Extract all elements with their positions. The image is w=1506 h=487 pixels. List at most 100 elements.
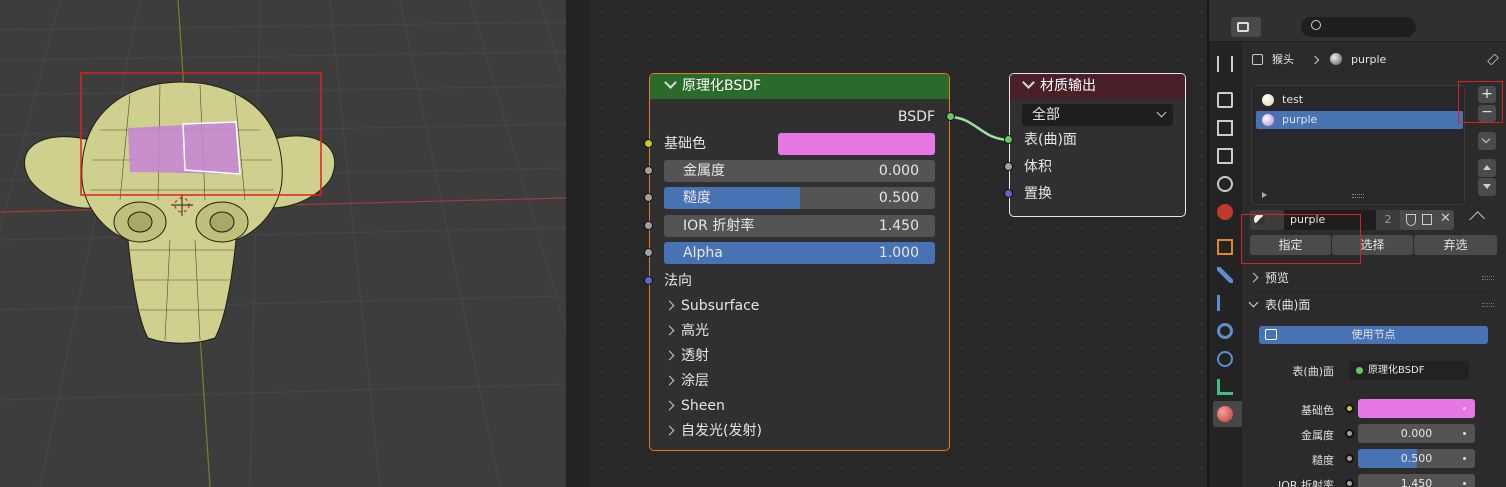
chevron-right-icon — [664, 400, 675, 411]
input-socket[interactable] — [644, 166, 653, 175]
material-slot-list[interactable]: test purple — [1251, 85, 1465, 205]
arrow-up-icon — [1483, 165, 1491, 170]
subpanel-label: 透射 — [681, 348, 709, 364]
input-socket[interactable] — [1004, 162, 1013, 171]
input-socket[interactable] — [1004, 135, 1013, 144]
property-value-field[interactable]: 0.000 — [1358, 424, 1475, 443]
particles-tab-icon[interactable] — [1217, 295, 1233, 311]
bsdf-subpanel-toggle[interactable]: 透射 — [664, 345, 709, 367]
preview-panel-header[interactable]: 预览 — [1248, 266, 1494, 290]
move-slot-down-button[interactable] — [1478, 178, 1496, 196]
chevron-down-icon — [1481, 134, 1491, 144]
bsdf-node-header[interactable]: 原理化BSDF — [650, 74, 949, 99]
bsdf-value-field[interactable]: IOR 折射率 1.450 — [664, 215, 935, 237]
keyframe-dot-icon[interactable] — [1463, 482, 1466, 485]
world-tab-icon[interactable] — [1217, 204, 1233, 220]
chevron-right-icon — [1310, 55, 1319, 65]
bsdf-subpanel-toggle[interactable]: 自发光(发射) — [664, 420, 762, 442]
slot-specials-button[interactable] — [1478, 132, 1496, 150]
breadcrumb: 猴头 purple — [1252, 51, 1386, 69]
field-value: 0.500 — [878, 190, 919, 206]
tool-tab-icon[interactable] — [1217, 56, 1233, 72]
input-socket[interactable] — [644, 193, 653, 202]
object-tab-icon[interactable] — [1217, 239, 1233, 255]
drag-handle-icon[interactable] — [1482, 276, 1494, 280]
bsdf-output-label: BSDF — [897, 109, 935, 125]
bsdf-subpanel-toggle[interactable]: Sheen — [664, 395, 725, 417]
render-tab-icon[interactable] — [1217, 92, 1233, 108]
bsdf-value-field[interactable]: 糙度 0.500 — [664, 187, 935, 209]
bsdf-subpanel-toggle[interactable]: 高光 — [664, 320, 709, 342]
linked-socket-icon[interactable] — [1345, 479, 1354, 487]
material-slot-item[interactable]: purple — [1256, 111, 1463, 129]
bsdf-field-row: IOR 折射率 1.450 — [644, 215, 949, 237]
list-filter-toggle-icon[interactable] — [1262, 192, 1267, 198]
viewport-scene — [0, 0, 566, 487]
linked-socket-icon[interactable] — [1345, 454, 1354, 463]
property-value-field[interactable]: 0.500 — [1358, 449, 1475, 468]
duplicate-icon[interactable] — [1422, 214, 1432, 225]
use-nodes-label: 使用节点 — [1351, 328, 1396, 341]
output-input-row: 体积 — [1004, 156, 1185, 178]
bsdf-value-field[interactable]: Alpha 1.000 — [664, 242, 935, 264]
normal-socket[interactable] — [644, 276, 653, 285]
input-socket[interactable] — [1004, 189, 1013, 198]
property-color-swatch[interactable] — [1358, 399, 1475, 418]
drag-handle-icon[interactable] — [1482, 303, 1494, 307]
deselect-button[interactable]: 弃选 — [1414, 235, 1497, 255]
datablock-actions: ✕ — [1400, 210, 1454, 230]
linked-socket-icon[interactable] — [1345, 404, 1354, 413]
preview-panel-label: 预览 — [1265, 271, 1290, 285]
collapse-chevron-icon[interactable] — [1022, 76, 1035, 89]
fake-user-shield-icon[interactable] — [1406, 214, 1416, 226]
surface-panel-header[interactable]: 表(曲)面 — [1248, 293, 1494, 317]
property-value-field[interactable]: 1.450 — [1358, 474, 1475, 487]
unlink-x-icon[interactable]: ✕ — [1440, 211, 1451, 226]
material-output-node[interactable]: 材质输出 全部 表(曲)面 体积 置换 — [1004, 73, 1186, 217]
bsdf-value-field[interactable]: 金属度 0.000 — [664, 160, 935, 182]
base-color-swatch[interactable] — [778, 133, 935, 155]
output-tab-icon[interactable] — [1217, 120, 1233, 136]
chevron-right-icon — [664, 425, 675, 436]
properties-editor[interactable]: 猴头 purple test purple + − purple 2 ✕ 指定 … — [1207, 0, 1506, 487]
base-color-socket[interactable] — [644, 139, 653, 148]
material-icon — [1330, 53, 1342, 65]
output-node-header[interactable]: 材质输出 — [1010, 74, 1185, 99]
modifier-tab-icon[interactable] — [1217, 267, 1233, 283]
list-resize-handle-icon[interactable] — [1352, 194, 1364, 198]
material-slot-item[interactable]: test — [1256, 91, 1463, 109]
surface-shader-selector[interactable]: 原理化BSDF — [1349, 361, 1469, 380]
bsdf-output-socket[interactable] — [946, 112, 955, 121]
keyframe-dot-icon[interactable] — [1463, 432, 1466, 435]
input-label: 体积 — [1024, 159, 1052, 175]
data-tab-icon[interactable] — [1217, 379, 1233, 395]
collapse-chevron-icon[interactable] — [664, 76, 677, 89]
input-label: 表(曲)面 — [1024, 132, 1077, 148]
slot-name: purple — [1282, 113, 1318, 126]
physics-tab-icon[interactable] — [1217, 323, 1233, 339]
properties-search-input[interactable] — [1301, 17, 1416, 37]
keyframe-dot-icon[interactable] — [1463, 457, 1466, 460]
link-mode-dropdown[interactable] — [1466, 210, 1498, 230]
annotation-box-slot-buttons — [1458, 81, 1503, 123]
view-layer-tab-icon[interactable] — [1217, 148, 1233, 164]
keyframe-dot-icon[interactable] — [1463, 407, 1466, 410]
output-node-title: 材质输出 — [1040, 78, 1096, 94]
input-socket[interactable] — [644, 248, 653, 257]
scene-tab-icon[interactable] — [1217, 176, 1233, 192]
constraints-tab-icon[interactable] — [1217, 351, 1233, 367]
editor-type-button[interactable] — [1231, 17, 1261, 37]
pin-icon[interactable] — [1486, 53, 1500, 66]
3d-viewport[interactable] — [0, 0, 566, 487]
user-count-badge[interactable]: 2 — [1376, 210, 1400, 230]
material-tab-icon[interactable] — [1217, 406, 1233, 422]
input-socket[interactable] — [644, 221, 653, 230]
shader-node-editor[interactable]: 原理化BSDF BSDF 基础色 金属度 0.000 糙度 0.500 IOR 折射率 1… — [566, 0, 1207, 487]
bsdf-subpanel-toggle[interactable]: Subsurface — [664, 295, 759, 317]
linked-socket-icon[interactable] — [1345, 429, 1354, 438]
bsdf-subpanel-toggle[interactable]: 涂层 — [664, 370, 709, 392]
principled-bsdf-node[interactable]: 原理化BSDF BSDF 基础色 金属度 0.000 糙度 0.500 IOR 折射率 1… — [644, 73, 955, 451]
use-nodes-button[interactable]: 使用节点 — [1259, 326, 1488, 344]
move-slot-up-button[interactable] — [1478, 159, 1496, 177]
target-dropdown[interactable]: 全部 — [1022, 104, 1173, 126]
